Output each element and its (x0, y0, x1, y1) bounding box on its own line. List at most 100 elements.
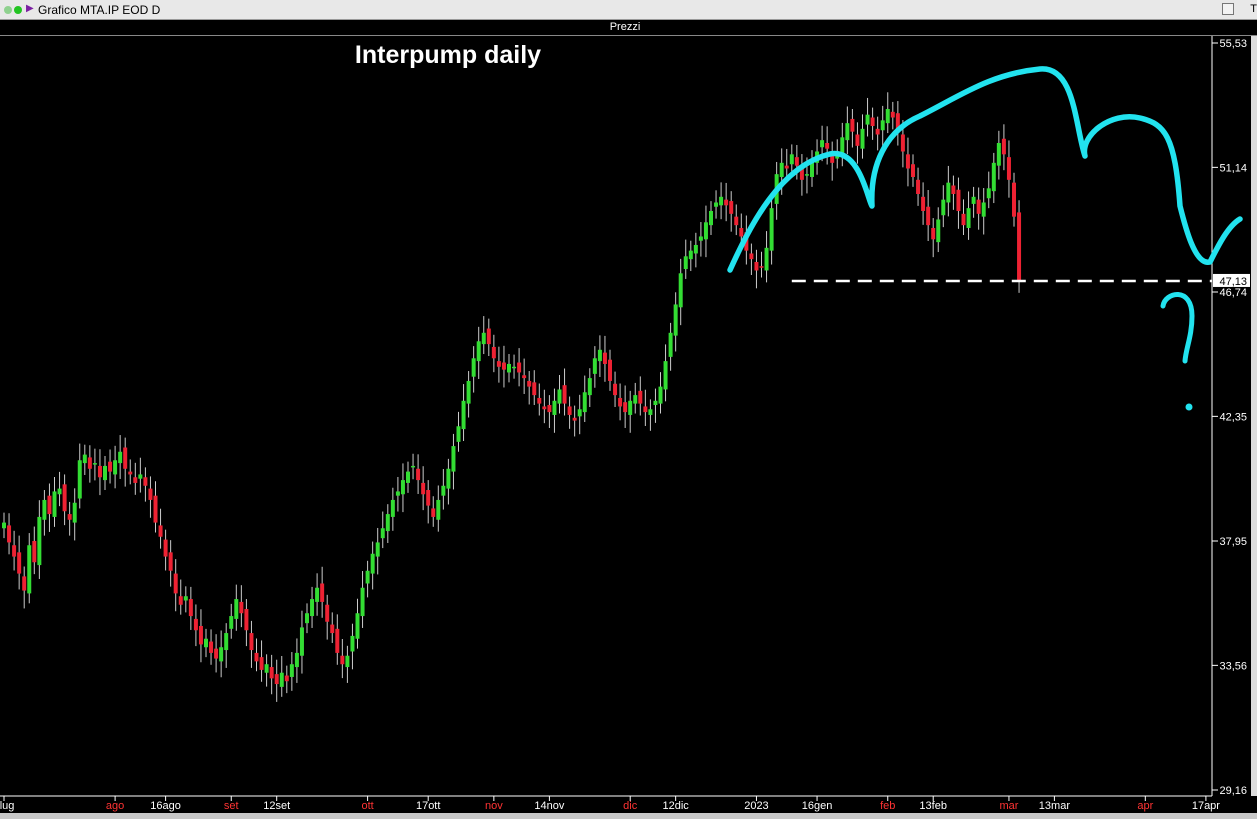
candle-body (592, 358, 597, 374)
vertical-scrollbar[interactable] (1251, 36, 1257, 796)
candle (658, 372, 663, 414)
candle-body (870, 117, 875, 126)
candle (890, 101, 895, 130)
window-status-icon[interactable] (4, 6, 12, 14)
candle (618, 383, 623, 421)
candle-body (274, 674, 279, 685)
candle (87, 445, 92, 483)
candle (976, 187, 981, 230)
candle (214, 634, 219, 673)
candle (501, 345, 506, 388)
candle (128, 459, 133, 485)
candle (163, 529, 168, 571)
candle (17, 535, 22, 590)
candle-body (92, 463, 97, 465)
candle (557, 375, 562, 414)
candle-body (118, 451, 123, 464)
candle (82, 444, 87, 475)
candle (840, 122, 845, 167)
candle-body (956, 189, 961, 211)
candle (67, 501, 72, 536)
live-status-icon[interactable] (14, 6, 22, 14)
candle (991, 152, 996, 204)
candle (421, 466, 426, 511)
play-icon[interactable]: ▶ (26, 4, 36, 14)
candle (431, 496, 436, 527)
y-tick-label: 37,95 (1219, 536, 1247, 548)
x-tick-label: ago (106, 800, 124, 812)
candle (602, 335, 607, 382)
candle (204, 628, 208, 658)
candle (234, 584, 239, 631)
x-tick-label: 17ott (416, 800, 440, 812)
candle (567, 396, 572, 429)
candle (22, 566, 27, 609)
candle-body (476, 341, 481, 362)
price-chart[interactable]: Interpump daily 55,53 51,14 46,74 42,35 37,9… (0, 36, 1250, 813)
candle-body (385, 514, 390, 532)
candle-body (663, 361, 668, 390)
x-tick-label: 14nov (534, 800, 564, 812)
candle (12, 530, 17, 571)
candle (527, 371, 532, 405)
candle (724, 182, 729, 222)
candle (406, 461, 410, 493)
candle-body (2, 522, 6, 529)
candle (395, 476, 400, 512)
candle (784, 148, 789, 179)
candle (931, 218, 936, 258)
candle (178, 579, 183, 615)
candle-body (693, 244, 698, 254)
candle (537, 383, 542, 416)
window-right-label: T (1250, 3, 1257, 15)
candle-body (507, 363, 511, 373)
candle-body (299, 627, 304, 656)
candle-body (668, 332, 673, 357)
candle (219, 630, 224, 678)
candle (734, 204, 739, 236)
candle (183, 586, 188, 613)
candle (688, 240, 693, 272)
candle (168, 540, 173, 587)
x-tick-label: feb (880, 800, 895, 812)
candle-body (315, 587, 320, 602)
candle (294, 638, 299, 683)
candle-body (961, 213, 966, 226)
window-title: Grafico MTA.IP EOD D (38, 3, 161, 17)
candle-body (628, 400, 633, 415)
candle-body (47, 495, 52, 515)
candle (355, 598, 360, 649)
candle (365, 560, 370, 598)
candle (683, 239, 688, 279)
candle (461, 384, 466, 442)
candle (244, 599, 249, 647)
x-tick-label: dic (623, 800, 638, 812)
candle-body (537, 397, 542, 404)
y-tick-label: 51,14 (1219, 162, 1247, 174)
candle (350, 623, 355, 670)
candle (77, 443, 82, 509)
candle-body (244, 608, 249, 631)
x-tick-label: nov (485, 800, 503, 812)
x-tick-label: mar (999, 800, 1018, 812)
maximize-button[interactable] (1222, 3, 1234, 15)
candle-body (926, 206, 931, 226)
candle (512, 354, 517, 379)
candle-body (193, 618, 198, 631)
y-tick-label: 29,16 (1219, 785, 1247, 797)
candle-body (491, 346, 496, 359)
candle (552, 388, 557, 433)
candle-body (22, 576, 27, 591)
candle-body (229, 616, 234, 629)
candle-body (360, 587, 365, 617)
candle (385, 504, 390, 543)
candle-body (552, 400, 557, 415)
candle-body (1012, 182, 1016, 217)
candle (703, 205, 708, 258)
candle-body (380, 528, 385, 539)
candle (310, 586, 315, 628)
candle (810, 150, 814, 187)
x-tick-label: 16ago (150, 800, 181, 812)
candle-body (330, 624, 335, 634)
candle-body (57, 488, 62, 495)
